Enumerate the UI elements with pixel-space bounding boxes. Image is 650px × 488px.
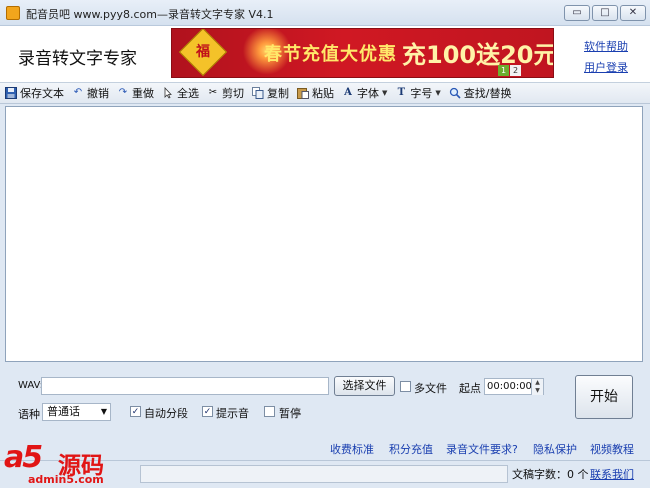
redo-button[interactable]: ↷ 重做 — [117, 85, 154, 101]
find-replace-button[interactable]: 查找/替换 — [449, 85, 512, 101]
scissors-icon: ✂ — [208, 87, 218, 98]
banner-pager: 1 2 — [498, 65, 521, 76]
login-link[interactable]: 用户登录 — [584, 59, 628, 75]
maximize-icon: □ — [600, 7, 610, 18]
watermark-url: admin5.com — [28, 473, 104, 486]
close-button[interactable]: ✕ — [620, 5, 646, 21]
banner-page-2[interactable]: 2 — [510, 65, 521, 76]
copy-icon — [252, 87, 264, 99]
spin-up-icon[interactable]: ▲ — [531, 379, 543, 387]
controls-panel: WAV: 选择文件 多文件 起点 00:00:00 ▲ ▼ 语种 普通话 ▼ ✓… — [0, 364, 650, 434]
cursor-icon — [162, 86, 174, 99]
banner-page-1[interactable]: 1 — [498, 65, 509, 76]
chevron-down-icon: ▼ — [382, 89, 388, 97]
header: 录音转文字专家 福 春节充值大优惠 充100送20元 1 2 软件帮助 用户登录 — [0, 26, 650, 82]
contact-link[interactable]: 联系我们 — [590, 466, 634, 482]
banner-headline: 春节充值大优惠 — [264, 44, 397, 65]
privacy-link[interactable]: 隐私保护 — [533, 441, 577, 457]
watermark-logo: a5 源码 admin5.com — [0, 440, 140, 488]
undo-button[interactable]: ↶ 撤销 — [72, 85, 109, 101]
app-icon — [6, 6, 20, 20]
font-dropdown[interactable]: A 字体 ▼ — [342, 85, 387, 101]
watermark-a5: a5 — [4, 440, 43, 475]
audio-requirements-link[interactable]: 录音文件要求? — [446, 441, 518, 457]
wav-label: WAV: — [18, 380, 43, 391]
prompt-sound-checkbox[interactable]: ✓ — [202, 406, 213, 417]
auto-segment-label: 自动分段 — [144, 407, 188, 420]
start-button[interactable]: 开始 — [575, 375, 633, 419]
chevron-down-icon: ▼ — [100, 407, 107, 416]
word-count: 文稿字数：0 个 — [512, 468, 589, 481]
save-text-button[interactable]: 保存文本 — [5, 85, 64, 101]
fu-icon: 福 — [178, 29, 228, 77]
redo-icon: ↷ — [118, 87, 128, 98]
auto-segment-checkbox[interactable]: ✓ — [130, 406, 141, 417]
pause-checkbox[interactable] — [264, 406, 275, 417]
minimize-icon: ▭ — [572, 7, 582, 18]
video-tutorial-link[interactable]: 视频教程 — [590, 441, 634, 457]
pricing-link[interactable]: 收费标准 — [330, 441, 374, 457]
pause-label: 暂停 — [279, 407, 301, 420]
language-label: 语种 — [18, 408, 40, 421]
multi-file-label: 多文件 — [414, 382, 447, 395]
promo-banner[interactable]: 福 春节充值大优惠 充100送20元 1 2 — [171, 28, 554, 78]
prompt-sound-label: 提示音 — [216, 407, 249, 420]
spin-down-icon[interactable]: ▼ — [531, 387, 543, 395]
font-icon: A — [344, 87, 352, 98]
undo-icon: ↶ — [73, 87, 83, 98]
chevron-down-icon: ▼ — [435, 89, 441, 97]
window-title: 配音员吧 www.pyy8.com—录音转文字专家 V4.1 — [26, 8, 274, 21]
choose-file-button[interactable]: 选择文件 — [334, 376, 395, 396]
paste-button[interactable]: 粘贴 — [297, 85, 334, 101]
banner-offer: 充100送20元 — [402, 41, 554, 69]
minimize-button[interactable]: ▭ — [564, 5, 590, 21]
language-select[interactable]: 普通话 ▼ — [42, 403, 111, 421]
close-icon: ✕ — [628, 7, 638, 18]
help-link[interactable]: 软件帮助 — [584, 38, 628, 54]
paste-icon — [297, 87, 309, 99]
status-message — [140, 465, 508, 483]
font-size-dropdown[interactable]: T 字号 ▼ — [395, 85, 441, 101]
start-point-label: 起点 — [459, 382, 481, 395]
text-editor[interactable] — [5, 106, 643, 362]
font-size-icon: T — [397, 87, 406, 98]
maximize-button[interactable]: □ — [592, 5, 618, 21]
title-bar: 配音员吧 www.pyy8.com—录音转文字专家 V4.1 ▭ □ ✕ — [0, 0, 650, 26]
save-icon — [5, 87, 17, 99]
copy-button[interactable]: 复制 — [252, 85, 289, 101]
recharge-link[interactable]: 积分充值 — [389, 441, 433, 457]
select-all-button[interactable]: 全选 — [162, 85, 199, 101]
toolbar: 保存文本 ↶ 撤销 ↷ 重做 全选 ✂ 剪切 复制 粘贴 A 字体 ▼ T 字号 — [0, 82, 650, 104]
search-icon — [449, 87, 461, 99]
app-name: 录音转文字专家 — [18, 49, 137, 69]
multi-file-checkbox[interactable] — [400, 381, 411, 392]
wav-path-input[interactable] — [41, 377, 329, 395]
cut-button[interactable]: ✂ 剪切 — [207, 85, 244, 101]
